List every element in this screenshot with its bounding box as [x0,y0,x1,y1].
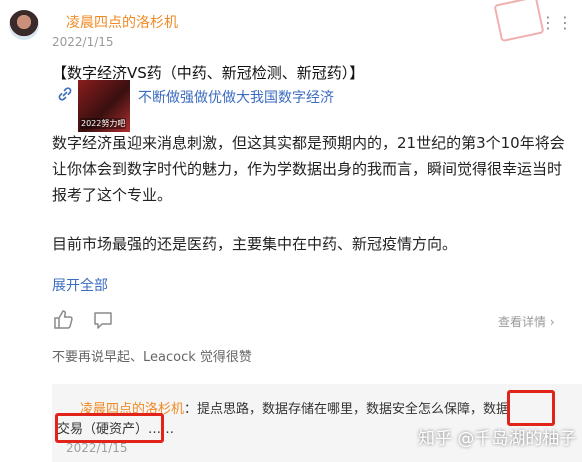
like-icon[interactable] [52,308,74,330]
comment-icon[interactable] [92,310,114,330]
post-paragraph: 数字经济虽迎来消息刺激，但这其实都是预期内的，21世纪的第3个10年将会让你体会… [52,134,565,204]
link-thumbnail[interactable]: 2022努力吧 [78,80,130,132]
link-card-title[interactable]: 不断做强做优做大我国数字经济 [138,87,334,107]
quoted-comment-date: 2022/1/15 [66,441,128,455]
expand-all-link[interactable]: 展开全部 [52,275,108,295]
quoted-comment-text: ：提点思路，数据存储在哪里，数据安全怎么保障，数据 [184,402,510,417]
view-details-link[interactable]: 查看详情 › [498,313,555,330]
stamp-decoration [493,0,545,43]
highlight-box [55,413,164,443]
post-paragraph: 目前市场最强的还是医药，主要集中在中药、新冠疫情方向。 [52,235,458,253]
watermark: 知乎 @千岛湖的柚子 [418,429,577,449]
link-thumbnail-caption: 2022努力吧 [80,118,127,129]
post-author[interactable]: 凌晨四点的洛杉机 [66,12,178,32]
highlight-box [507,390,555,426]
link-icon [58,87,72,101]
likers-text[interactable]: 不要再说早起、Leacock 觉得很赞 [52,346,252,365]
post-date: 2022/1/15 [52,35,114,49]
avatar[interactable] [9,10,39,40]
more-options-icon[interactable]: ⋮⋮ [540,13,574,32]
